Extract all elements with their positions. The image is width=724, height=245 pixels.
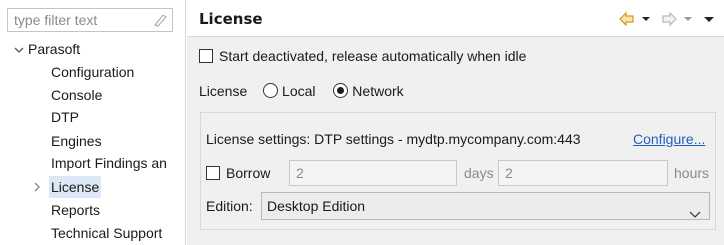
tree-item-label: Console	[51, 87, 103, 103]
tree-item-license[interactable]: License	[49, 176, 102, 198]
tree-item-label: Import Findings an	[51, 155, 167, 171]
tree-item-console[interactable]: Console	[51, 84, 102, 106]
clear-filter-icon[interactable]	[152, 12, 168, 28]
tree-item-label: Configuration	[51, 64, 135, 80]
tree-item-label: Engines	[51, 133, 102, 149]
back-dropdown-icon[interactable]	[640, 10, 652, 28]
license-mode-row: License Local Network	[199, 83, 404, 99]
tree-item-configuration[interactable]: Configuration	[51, 61, 134, 83]
tree-item-technical-support[interactable]: Technical Support	[51, 222, 162, 244]
back-arrow-icon[interactable]	[618, 10, 636, 28]
page-title: License	[199, 10, 263, 28]
tree-item-label: Reports	[51, 202, 101, 218]
navigation-toolbar	[618, 10, 716, 28]
chevron-down-icon[interactable]	[14, 39, 28, 61]
configure-link[interactable]: Configure...	[633, 131, 705, 147]
tree-item-parasoft[interactable]: Parasoft	[14, 38, 80, 60]
tree-item-dtp[interactable]: DTP	[51, 106, 79, 128]
start-deactivated-option[interactable]: Start deactivated, release automatically…	[199, 48, 526, 64]
days-label: days	[464, 165, 494, 181]
tree-item-label: DTP	[51, 109, 79, 125]
page-header: License	[187, 0, 724, 37]
start-deactivated-label: Start deactivated, release automatically…	[219, 48, 527, 64]
tree-item-engines[interactable]: Engines	[51, 130, 102, 152]
edition-select[interactable]: Desktop Edition	[261, 192, 710, 220]
borrow-label: Borrow	[226, 165, 271, 181]
network-radio-label: Network	[352, 83, 404, 99]
license-local-option[interactable]: Local	[263, 83, 316, 99]
days-field[interactable]: 2	[289, 160, 457, 186]
license-network-option[interactable]: Network	[333, 83, 404, 99]
license-settings-text: License settings: DTP settings - mydtp.m…	[206, 131, 581, 147]
license-label: License	[199, 83, 248, 99]
tree-item-label: Parasoft	[28, 41, 81, 57]
borrow-checkbox[interactable]	[206, 166, 220, 180]
license-settings-group: License settings: DTP settings - mydtp.m…	[200, 112, 716, 230]
forward-arrow-icon[interactable]	[660, 10, 678, 28]
view-menu-icon[interactable]	[702, 10, 716, 28]
start-deactivated-checkbox[interactable]	[199, 49, 213, 63]
hours-label: hours	[674, 165, 710, 181]
borrow-option[interactable]: Borrow	[206, 165, 270, 181]
preference-page: License Start deactivated, release autom…	[187, 0, 724, 245]
edition-value: Desktop Edition	[267, 198, 366, 214]
edition-label: Edition:	[206, 198, 253, 214]
tree-item-label: License	[51, 179, 100, 195]
local-radio-label: Local	[282, 83, 316, 99]
chevron-down-icon	[689, 201, 701, 227]
local-radio[interactable]	[263, 83, 279, 98]
forward-dropdown-icon[interactable]	[682, 10, 694, 28]
network-radio[interactable]	[333, 83, 349, 98]
tree-item-reports[interactable]: Reports	[51, 199, 100, 221]
filter-field[interactable]	[7, 8, 173, 32]
hours-field[interactable]: 2	[498, 160, 668, 186]
tree-item-label: Technical Support	[51, 225, 163, 241]
filter-input[interactable]	[8, 9, 154, 31]
tree-item-import-findings[interactable]: Import Findings an	[51, 152, 167, 174]
preferences-sidebar: Parasoft Configuration Console DTP Engin…	[0, 0, 186, 245]
chevron-right-icon[interactable]	[33, 176, 43, 198]
